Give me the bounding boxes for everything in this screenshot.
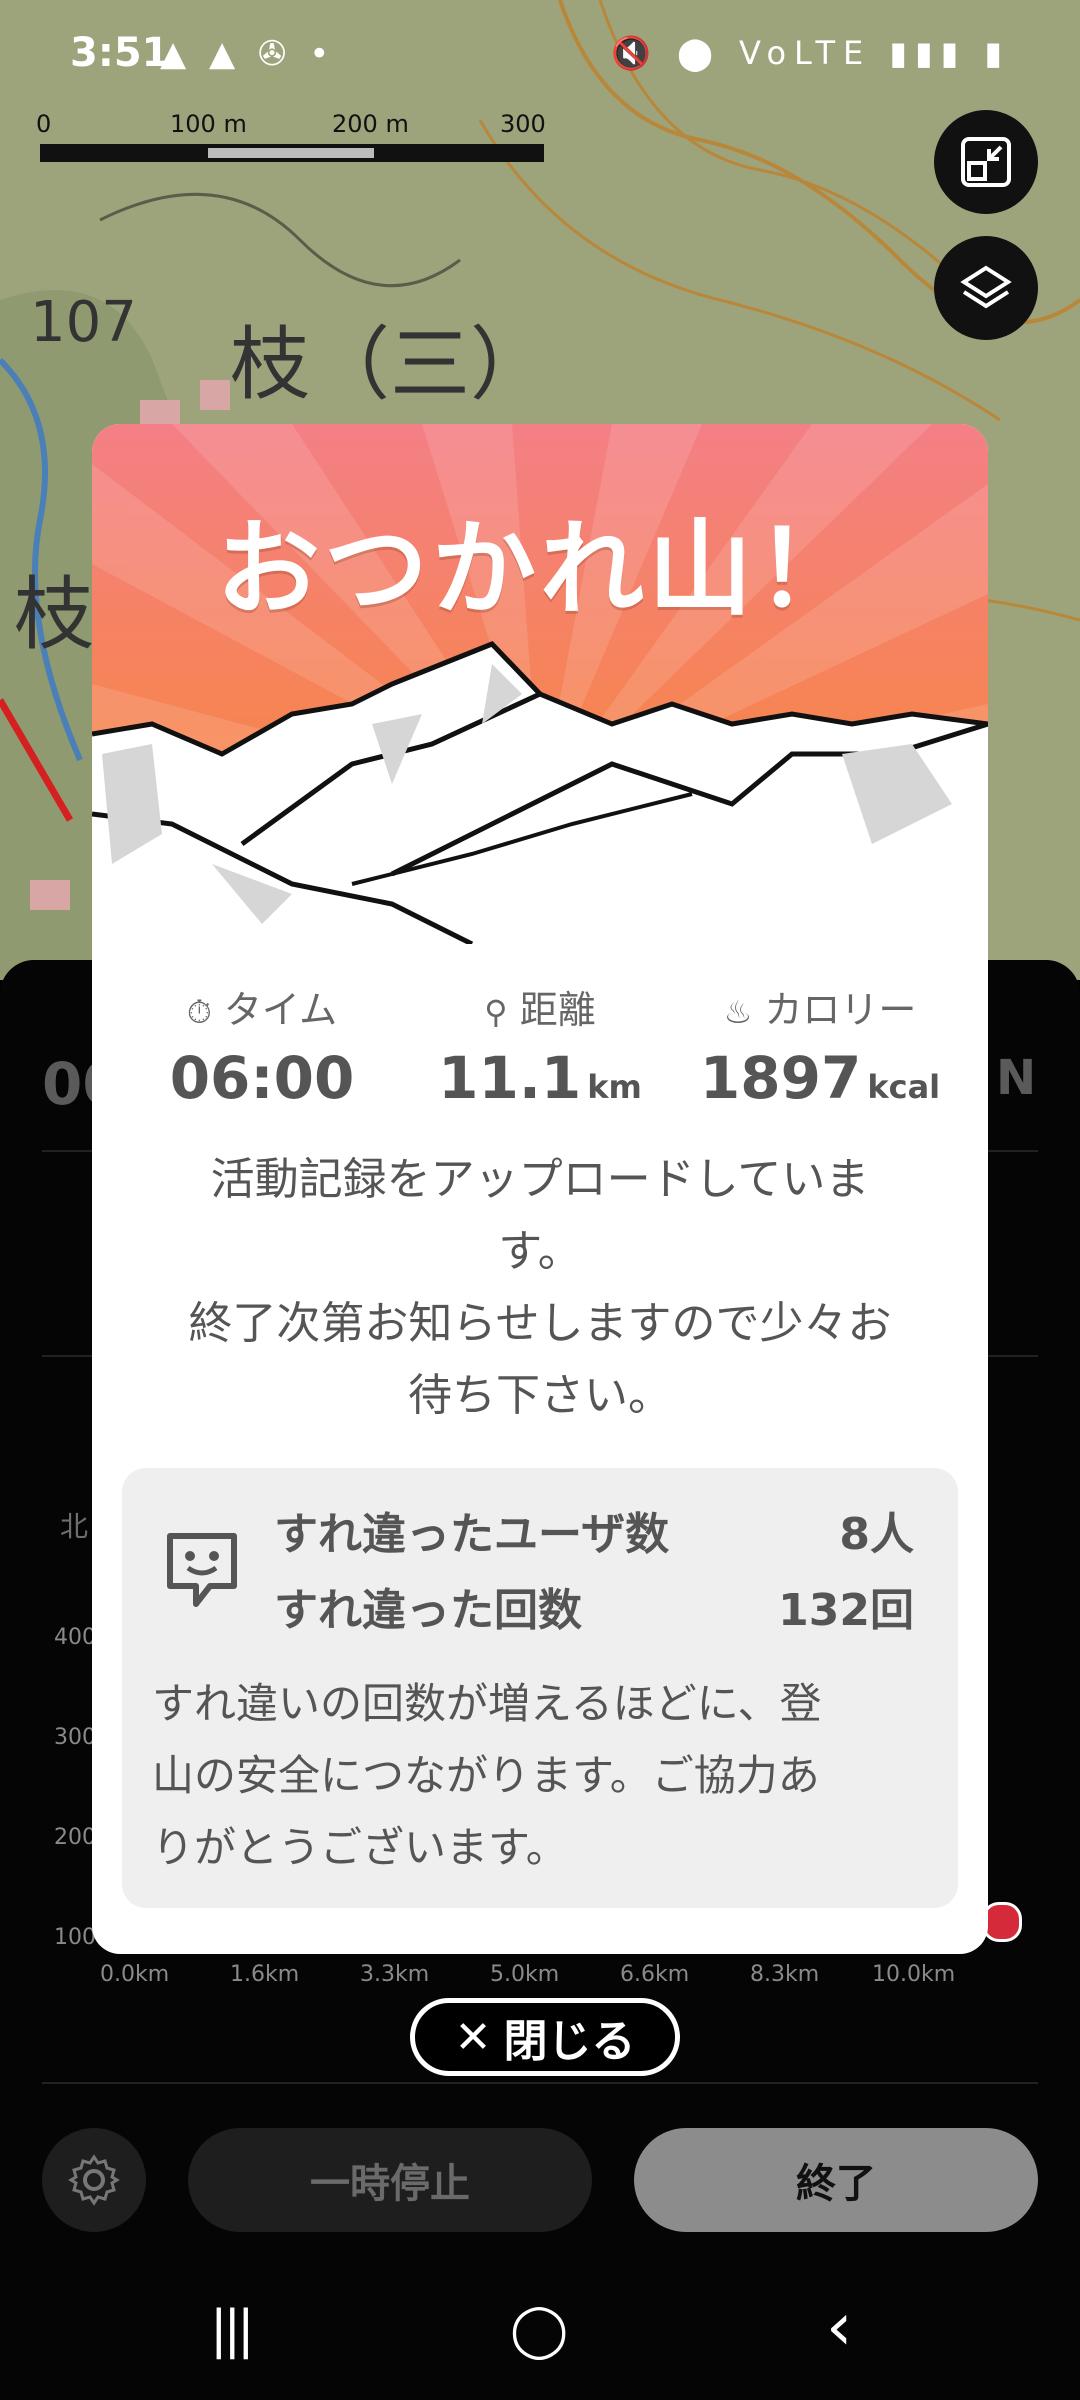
- distance-axis-label: 6.6km: [620, 1962, 690, 1987]
- current-position-marker: [982, 1902, 1022, 1942]
- map-scale-bar: 0 100 m 200 m 300 m: [36, 110, 556, 170]
- status-bar: 3:51 ▲ ▲ ✇ • 🔇 ⬤ VoLTE ▮▮▮ ▮: [0, 0, 1080, 110]
- passed-users-label: すれ違ったユーザ数: [274, 1509, 670, 1560]
- distance-axis-label: 0.0km: [100, 1962, 170, 1987]
- map-elevation-label: 107: [30, 290, 137, 355]
- stat-calorie-value: 1897 kcal: [699, 1044, 941, 1112]
- distance-axis-label: 5.0km: [490, 1962, 560, 1987]
- dialog-title: おつかれ山！: [215, 508, 864, 630]
- panel-direction-fragment: 北: [60, 1510, 89, 1543]
- distance-axis-label: 8.3km: [750, 1962, 820, 1987]
- pause-button[interactable]: 一時停止: [188, 2128, 592, 2232]
- stat-distance-label: ⚲ 距離: [484, 988, 596, 1032]
- divider: [42, 2082, 1038, 2084]
- compass-icon: N: [996, 1050, 1037, 1106]
- scale-bar-graphic: [40, 144, 544, 162]
- scale-label: 0: [36, 110, 52, 138]
- settings-button[interactable]: [42, 2128, 146, 2232]
- distance-axis-label: 3.3km: [360, 1962, 430, 1987]
- recent-apps-button[interactable]: |||: [210, 2300, 255, 2360]
- elevation-axis-label: 200: [54, 1825, 96, 1850]
- completion-dialog: おつかれ山！ ⏱ タイム 06:00 ⚲ 距離 11.1 km ♨ カロリー 18…: [92, 424, 988, 1954]
- status-time: 3:51: [70, 30, 170, 76]
- passed-count-label: すれ違った回数: [274, 1585, 582, 1636]
- system-status-icons: 🔇 ⬤ VoLTE ▮▮▮ ▮: [611, 34, 1010, 72]
- elevation-axis-label: 100: [54, 1925, 96, 1950]
- passing-info-box: すれ違ったユーザ数 8人 すれ違った回数 132回 すれ違いの回数が増えるほどに…: [122, 1468, 958, 1908]
- passed-users-value: 8人: [839, 1509, 914, 1560]
- gear-icon: [68, 2154, 120, 2206]
- upload-message: 活動記録をアップロードしていま す。 終了次第お知らせしますので少々お 待ち下さ…: [188, 1154, 892, 1421]
- fit-to-screen-icon: [961, 137, 1011, 187]
- stat-distance: ⚲ 距離 11.1 km: [390, 979, 690, 1112]
- passing-note: すれ違いの回数が増えるほどに、登 山の安全につながります。ご協力あ りがとうござ…: [152, 1679, 822, 1872]
- speech-face-icon: [164, 1530, 240, 1607]
- passed-users-row: すれ違ったユーザ数 8人: [274, 1498, 914, 1562]
- flame-icon: ♨: [723, 993, 753, 1031]
- passed-count-row: すれ違った回数 132回: [274, 1574, 914, 1638]
- notification-icons: ▲ ▲ ✇ •: [160, 34, 336, 74]
- stat-time: ⏱ タイム 06:00: [112, 979, 412, 1112]
- map-place-label-2: 枝: [14, 568, 94, 661]
- stat-time-value: 06:00: [169, 1044, 355, 1112]
- stat-calorie: ♨ カロリー 1897 kcal: [670, 979, 970, 1112]
- stat-distance-value: 11.1 km: [438, 1044, 642, 1112]
- map-layers-button[interactable]: [934, 236, 1038, 340]
- end-button[interactable]: 終了: [634, 2128, 1038, 2232]
- scale-label: 200 m: [332, 110, 409, 138]
- distance-axis-label: 10.0km: [872, 1962, 956, 1987]
- distance-axis-label: 1.6km: [230, 1962, 300, 1987]
- map-place-label: 枝（三）: [230, 318, 550, 411]
- close-button[interactable]: ✕ 閉じる: [410, 1998, 680, 2076]
- scale-label: 100 m: [170, 110, 247, 138]
- back-button[interactable]: ‹: [826, 2288, 852, 2365]
- layers-icon: [960, 265, 1012, 309]
- home-button[interactable]: ◯: [510, 2300, 568, 2360]
- scale-bar-segment: [208, 148, 374, 158]
- stopwatch-icon: ⏱: [186, 993, 212, 1031]
- close-icon: ✕: [454, 2011, 492, 2063]
- stat-time-label: ⏱ タイム: [186, 988, 338, 1032]
- fit-map-button[interactable]: [934, 110, 1038, 214]
- passed-count-value: 132回: [778, 1585, 914, 1636]
- elevation-axis-label: 400: [54, 1625, 96, 1650]
- hero-banner: おつかれ山！: [92, 424, 988, 947]
- elevation-axis-label: 300: [54, 1725, 96, 1750]
- route-icon: ⚲: [484, 993, 508, 1031]
- stat-calorie-label: ♨ カロリー: [723, 988, 917, 1032]
